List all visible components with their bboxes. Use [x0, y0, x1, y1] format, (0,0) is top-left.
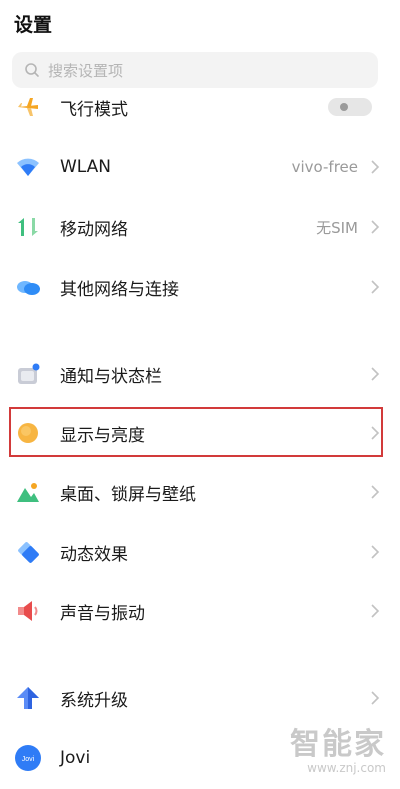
settings-item-label: 桌面、锁屏与壁纸	[60, 484, 196, 505]
animation-icon	[14, 538, 42, 566]
settings-item-display-brightness[interactable]: 显示与亮度	[0, 407, 400, 459]
settings-item-label: 其他网络与连接	[60, 279, 179, 300]
search-placeholder: 搜索设置项	[48, 61, 124, 80]
jovi-icon: Jovi	[14, 744, 42, 772]
chevron-right-icon	[371, 220, 380, 234]
chevron-right-icon	[371, 426, 380, 440]
settings-item-wallpaper[interactable]: 桌面、锁屏与壁纸	[0, 466, 400, 518]
page-title: 设置	[14, 14, 53, 36]
notification-icon	[14, 360, 42, 388]
chevron-right-icon	[371, 280, 380, 294]
speaker-icon	[14, 597, 42, 625]
settings-item-label: 显示与亮度	[60, 425, 145, 446]
settings-item-system-upgrade[interactable]: 系统升级	[0, 672, 400, 724]
settings-item-label: 通知与状态栏	[60, 366, 162, 387]
airplane-mode-toggle[interactable]	[328, 98, 372, 116]
mobile-network-value: 无SIM	[316, 218, 358, 237]
watermark-url: www.znj.com	[307, 761, 386, 775]
chevron-right-icon	[371, 604, 380, 618]
settings-item-label: WLAN	[60, 157, 112, 177]
settings-item-label: 声音与振动	[60, 603, 145, 624]
chevron-right-icon	[371, 160, 380, 174]
wlan-network-value: vivo-free	[291, 158, 358, 176]
settings-item-label: 动态效果	[60, 544, 128, 565]
settings-item-label: 系统升级	[60, 690, 128, 711]
settings-item-wlan[interactable]: WLAN vivo-free	[0, 141, 400, 193]
settings-item-label: 移动网络	[60, 219, 128, 240]
cloud-network-icon	[14, 273, 42, 301]
settings-item-airplane-mode[interactable]: 飞行模式	[0, 81, 400, 133]
search-icon	[25, 63, 39, 77]
upgrade-arrow-icon	[14, 684, 42, 712]
wifi-icon	[14, 153, 42, 181]
settings-item-label: 飞行模式	[60, 99, 128, 120]
mobile-data-icon	[14, 213, 42, 241]
settings-item-other-networks[interactable]: 其他网络与连接	[0, 261, 400, 313]
chevron-right-icon	[371, 691, 380, 705]
settings-item-label: Jovi	[60, 748, 91, 768]
chevron-right-icon	[371, 545, 380, 559]
chevron-right-icon	[371, 485, 380, 499]
settings-item-mobile-network[interactable]: 移动网络 无SIM	[0, 201, 400, 253]
airplane-icon	[14, 93, 42, 121]
settings-item-notifications[interactable]: 通知与状态栏	[0, 348, 400, 400]
jovi-icon-text: Jovi	[22, 756, 35, 763]
watermark: 智能家 www.znj.com	[290, 719, 386, 775]
settings-item-sound-vibration[interactable]: 声音与振动	[0, 585, 400, 637]
watermark-logo: 智能家	[290, 727, 386, 762]
wallpaper-icon	[14, 478, 42, 506]
settings-item-animations[interactable]: 动态效果	[0, 526, 400, 578]
sun-icon	[14, 419, 42, 447]
chevron-right-icon	[371, 367, 380, 381]
